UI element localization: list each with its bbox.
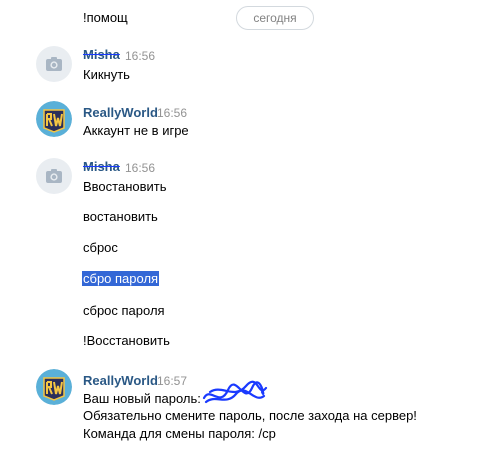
reallyworld-avatar[interactable] [36,101,72,137]
message-text: востановить [83,209,158,224]
reallyworld-logo [36,369,72,405]
password-redaction-scribble [202,380,268,404]
message-text: !помощ [83,10,128,25]
message-time: 16:56 [157,106,188,120]
message-text: Обязательно смените пароль, после захода… [83,408,417,423]
message-time: 16:56 [125,49,156,63]
camera-icon [46,57,62,71]
author-name[interactable]: ReallyWorld [83,105,158,120]
message-text: Кикнуть [83,67,130,82]
message-text: !Восстановить [83,333,170,348]
user-avatar[interactable] [36,158,72,194]
message-time: 16:57 [157,374,188,388]
author-name[interactable]: ReallyWorld [83,373,158,388]
reallyworld-avatar[interactable] [36,369,72,405]
author-name-redacted[interactable]: Misha [83,47,120,62]
date-separator[interactable]: сегодня [236,6,314,30]
message-text: сброс [83,240,118,255]
user-avatar[interactable] [36,46,72,82]
selected-message-text: сбро пароля [82,271,160,286]
message-text: Ввостановить [83,179,167,194]
message-time: 16:56 [125,161,156,175]
message-text: Аккаунт не в игре [83,123,189,138]
message-text: сброс пароля [83,303,165,318]
author-name-redacted[interactable]: Misha [83,159,120,174]
message-text: Ваш новый пароль: [83,391,201,406]
camera-icon [46,169,62,183]
message-text: Команда для смены пароля: /cp [83,426,276,441]
reallyworld-logo [36,101,72,137]
